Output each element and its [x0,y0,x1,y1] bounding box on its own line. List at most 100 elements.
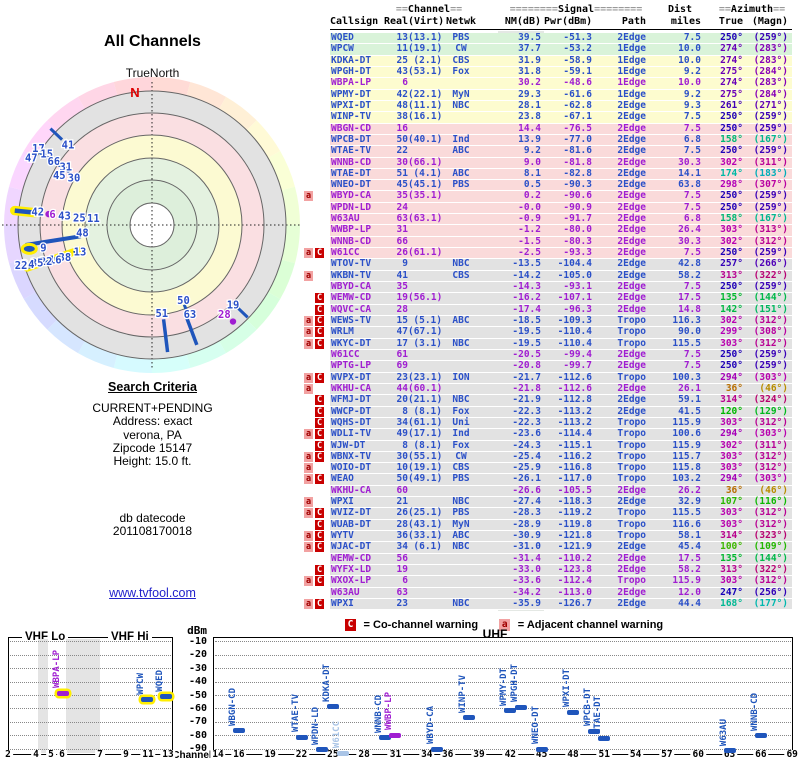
cell-re: 36 [396,530,408,542]
cell-nm: -31.0 [512,541,541,553]
x-tick-label: 48 [565,749,581,760]
x-tick-label: 51 [596,749,612,760]
cell-pw: -53.2 [563,43,592,55]
adjacent-channel-warning-icon: a [304,542,313,553]
cell-at: 36° [725,382,743,394]
header-underline [330,29,792,30]
cell-nm: -1.2 [518,224,541,236]
cell-am: (313°) [753,224,788,236]
cell-nw: Fox [452,439,470,451]
cell-at: 275° [720,88,743,100]
cell-at: 158° [720,213,743,225]
bar-callsign-label: WWBP-LP [384,692,395,731]
cell-nw: CW [455,43,467,55]
radar-marker-dot [229,318,237,325]
cell-di: 116.3 [672,315,701,326]
radar-channel-label: 42 [31,207,44,219]
page-title: All Channels [104,33,201,50]
y-tick-label: -90 [188,743,207,755]
cell-di: 115.9 [672,416,701,428]
cell-nm: 13.9 [518,133,541,145]
cell-vi: (21.1) [408,394,443,406]
cell-pa: 2Edge [617,122,646,134]
cell-pw: -110.4 [557,326,592,338]
cell-pa: 2Edge [617,32,646,43]
cell-nm: -30.9 [512,530,541,542]
cell-am: (303°) [753,473,788,485]
cell-vi: (8.1) [413,405,442,417]
cell-pa: Tropo [617,326,646,338]
cell-di: 17.5 [678,292,701,304]
criteria-line: verona, PA [123,427,182,442]
cell-pa: 2Edge [617,179,646,191]
cell-di: 6.8 [683,213,701,225]
x-tick-label: 69 [784,749,800,760]
cell-vi: (33.1) [408,530,443,542]
cell-pa: 2Edge [617,99,646,111]
cell-am: (311°) [753,156,788,168]
radar-channel-label: 19 [227,300,240,312]
signal-bar [598,736,611,742]
cell-at: 294° [720,371,743,383]
cell-at: 142° [720,303,743,315]
col-header-virt: (Virt) [408,16,445,27]
cell-nm: -20.5 [512,348,541,360]
cell-am: (46°) [759,382,788,394]
co-channel-warning-icon: C [315,248,324,259]
cell-nw: ION [452,371,470,383]
cell-nw: CBS [452,269,470,281]
x-tick-label: 54 [627,749,644,760]
cell-pa: Tropo [617,450,646,462]
cell-pa: 2Edge [617,496,646,508]
cell-nm: 37.7 [518,43,541,55]
cell-pa: Tropo [617,507,646,519]
co-channel-warning-icon: C [315,542,324,553]
tvfool-link[interactable]: www.tvfool.com [109,586,196,600]
gridline [10,735,171,737]
radar-channel-label: 66 [48,156,61,168]
table-row: WRLM 47 (67.1) -19.5 -110.4 Tropo 90.0 299° (308… [330,326,792,339]
cell-at: 303° [720,507,743,519]
cell-vi: (35.1) [408,190,443,202]
cell-re: 9 [402,258,408,270]
cell-pa: 1Edge [617,77,646,89]
cell-at: 302° [720,315,743,326]
cell-pw: -90.6 [563,190,592,202]
cell-re: 15 [396,315,408,326]
cell-re: 23 [396,371,408,383]
cell-at: 250° [720,281,743,293]
cell-am: (312°) [753,518,788,530]
cell-am: (312°) [753,462,788,474]
co-channel-warning-icon: C [315,338,324,349]
cell-di: 10.0 [678,43,701,55]
cell-nw: PBS [452,32,470,43]
table-row: WXOX-LP 6 -33.6 -112.4 Tropo 115.9 303° (312°) [330,575,792,588]
cell-re: 56 [396,552,408,564]
cell-pa: 2Edge [617,190,646,202]
cell-am: (109°) [753,541,788,553]
y-tick-label: -40 [188,676,207,688]
cell-pw: -110.4 [557,337,592,349]
col-header-real: Real [384,16,409,27]
cell-pw: -105.5 [557,484,592,496]
cell-pa: 2Edge [617,258,646,270]
cell-nm: 8.1 [523,167,541,179]
col-header-pwr: Pwr(dBm) [544,16,593,27]
cell-pa: 1Edge [617,88,646,100]
cell-nm: 9.2 [523,145,541,157]
cell-re: 26 [396,247,408,259]
cell-nm: -21.9 [512,394,541,406]
signal-bar [566,709,579,715]
bar-callsign-label: WPDN-LD [311,706,322,745]
cell-re: 49 [396,428,408,440]
cell-pa: Tropo [617,518,646,530]
cell-pa: 2Edge [617,484,646,496]
cell-nm: -0.0 [518,201,541,213]
criteria-line: Address: exact [112,414,193,429]
cell-am: (271°) [753,99,788,111]
cell-pw: -91.7 [563,213,592,225]
radar-channel-label: 41 [62,140,75,152]
cell-pa: 2Edge [617,167,646,179]
cell-re: 63 [396,586,408,598]
cell-vi: (43.1) [408,518,443,530]
